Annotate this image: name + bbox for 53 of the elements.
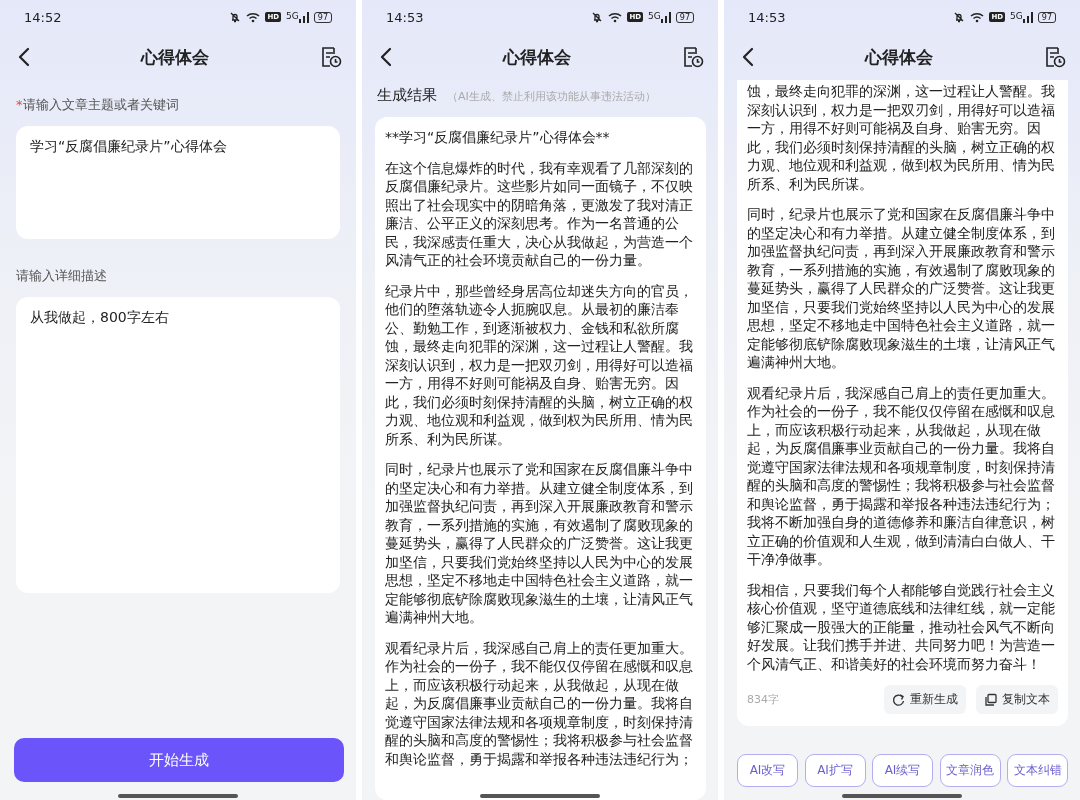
back-icon[interactable] <box>742 47 754 67</box>
network-label: 5G <box>286 11 299 21</box>
wifi-icon <box>608 11 623 23</box>
refresh-icon <box>892 692 906 707</box>
word-count: 834字 <box>747 692 779 707</box>
page-title: 心得体会 <box>139 45 210 69</box>
bell-off-icon <box>591 11 604 23</box>
copy-icon <box>984 692 998 707</box>
result-paragraph: 同时，纪录片也展示了党和国家在反腐倡廉斗争中的坚定决心和有力举措。从建立健全制度体系，到加强监督执纪问责，再到深入开展廉政教育和警示教育，一系列措施的实施，有效遏制了腐败现象的蔓延势头，赢得了人民群众的广泛赞誉。这让我更加坚信，只要我们党始终坚持以人民为中心的发展思想，坚定不移地走中国特色社会主义道路，就一定能够彻底铲除腐败现象滋生的土壤，让清风正气遍满神州大地。 <box>747 205 1056 372</box>
bell-off-icon <box>953 11 966 23</box>
clock-time: 14:53 <box>386 9 424 25</box>
generate-button[interactable]: 开始生成 <box>14 738 344 782</box>
clock-time: 14:52 <box>24 9 62 25</box>
regenerate-button[interactable]: 重新生成 <box>884 685 966 714</box>
bell-off-icon <box>229 11 242 23</box>
battery-indicator: 97 <box>313 11 332 23</box>
signal-icon <box>660 11 671 23</box>
battery-indicator: 97 <box>1037 11 1056 23</box>
field-label: 请输入详细描述 <box>16 267 108 285</box>
signal-icon <box>1022 11 1033 23</box>
result-paragraph: 在这个信息爆炸的时代，我有幸观看了几部深刻的反腐倡廉纪录片。这些影片如同一面镜子，不仅映照出了社会现实中的阴暗角落，更激发了我对清正廉洁、公平正义的深刻思考。作为一名普通的公民，我深感责任重大，决心从我做起，为营造一个风清气正的社会环境贡献自己的一份力量。 <box>385 158 694 270</box>
clock-time: 14:53 <box>748 9 786 25</box>
result-paragraph: 同时，纪录片也展示了党和国家在反腐倡廉斗争中的坚定决心和有力举措。从建立健全制度体系，到加强监督执纪问责，再到深入开展廉政教育和警示教育，一系列措施的实施，有效遏制了腐败现象的蔓延势头，赢得了人民群众的广泛赞誉。这让我更加坚信，只要我们党始终坚持以人民为中心的发展思想，坚定不移地走中国特色社会主义道路，就一定能够彻底铲除腐败现象滋生的土壤，让清风正气遍满神州大地。 <box>385 460 694 627</box>
signal-icon <box>298 11 309 23</box>
result-paragraph: 蚀，最终走向犯罪的深渊，这一过程让人警醒。我深刻认识到，权力是一把双刃剑，用得好可以造福一方，用得不好则可能祸及自身、贻害无穷。因此，我们必须时刻保持清醒的头脑，树立正确的权力观、地位观和利益观，做到权为民所用、情为民所系、利为民所谋。 <box>747 82 1056 193</box>
result-paragraph: 纪录片中，那些曾经身居高位却迷失方向的官员，他们的堕落轨迹令人扼腕叹息。从最初的廉洁奉公、勤勉工作，到逐渐被权力、金钱和私欲所腐蚀，最终走向犯罪的深渊，这一过程让人警醒。我深刻认识到，权力是一把双刃剑，用得好可以造福一方，用得不好则可能祸及自身、贻害无穷。因此，我们必须时刻保持清醒的头脑，树立正确的权力观、地位观和利益观，做到权为民所用、情为民所系、利为民所谋。 <box>385 281 694 448</box>
network-label: 5G <box>648 11 661 21</box>
result-paragraph: 观看纪录片后，我深感自己肩上的责任更加重大。作为社会的一份子，我不能仅仅停留在感慨和叹息上，而应该积极行动起来，从我做起，从现在做起，为反腐倡廉事业贡献自己的一份力量。我将自觉遵守国家法律法规和各项规章制度，时刻保持清醒的头脑和高度的警惕性；我将积极参与社会监督和舆论监督，勇于揭露和举报各种违法违纪行为；我将不断加强自身的道德修养和廉洁自律意识，树立正确的价值观和人生观，做到清清白白做人、干干净净做事。 <box>747 383 1056 569</box>
battery-indicator: 97 <box>675 11 694 23</box>
page-title: 心得体会 <box>501 45 572 69</box>
network-label: 5G <box>1010 11 1023 21</box>
page-title: 心得体会 <box>863 45 934 69</box>
tool-button[interactable]: 文章润色 <box>939 754 1001 787</box>
result-paragraph: **学习“反腐倡廉纪录片”心得体会** <box>385 128 611 147</box>
input-field[interactable]: 学习“反腐倡廉纪录片”心得体会 <box>16 126 340 239</box>
history-icon[interactable] <box>682 46 704 68</box>
wifi-icon <box>970 11 985 23</box>
history-icon[interactable] <box>320 46 342 68</box>
tool-button[interactable]: AI扩写 <box>804 754 866 787</box>
field-label: *请输入文章主题或者关键词 <box>16 96 180 114</box>
tool-button[interactable]: 文本纠错 <box>1007 754 1068 787</box>
copy-button[interactable]: 复制文本 <box>976 685 1058 714</box>
tool-button[interactable]: AI续写 <box>872 754 933 787</box>
back-icon[interactable] <box>18 47 30 67</box>
result-paragraph: 我相信，只要我们每个人都能够自觉践行社会主义核心价值观，坚守道德底线和法律红线，就一定能够汇聚成一股强大的正能量，推动社会风气不断向好发展。让我们携手并进、共同努力吧！为营造一个风清气正、和谐美好的社会环境而努力奋斗！ <box>747 580 1056 673</box>
input-field[interactable]: 从我做起，800字左右 <box>16 297 340 593</box>
result-paragraph: 观看纪录片后，我深感自己肩上的责任更加重大。作为社会的一份子，我不能仅仅停留在感慨和叹息上，而应该积极行动起来，从我做起，从现在做起，为反腐倡廉事业贡献自己的一份力量。我将自觉遵守国家法律法规和各项规章制度，时刻保持清醒的头脑和高度的警惕性；我将积极参与社会监督和舆论监督，勇于揭露和举报各种违法违纪行为； <box>385 638 694 768</box>
section-heading: 生成结果 <box>377 86 437 105</box>
back-icon[interactable] <box>380 47 392 67</box>
history-icon[interactable] <box>1044 46 1066 68</box>
tool-button[interactable]: AI改写 <box>737 754 798 787</box>
wifi-icon <box>246 11 261 23</box>
disclaimer-text: （AI生成、禁止利用该功能从事违法活动） <box>447 89 656 104</box>
